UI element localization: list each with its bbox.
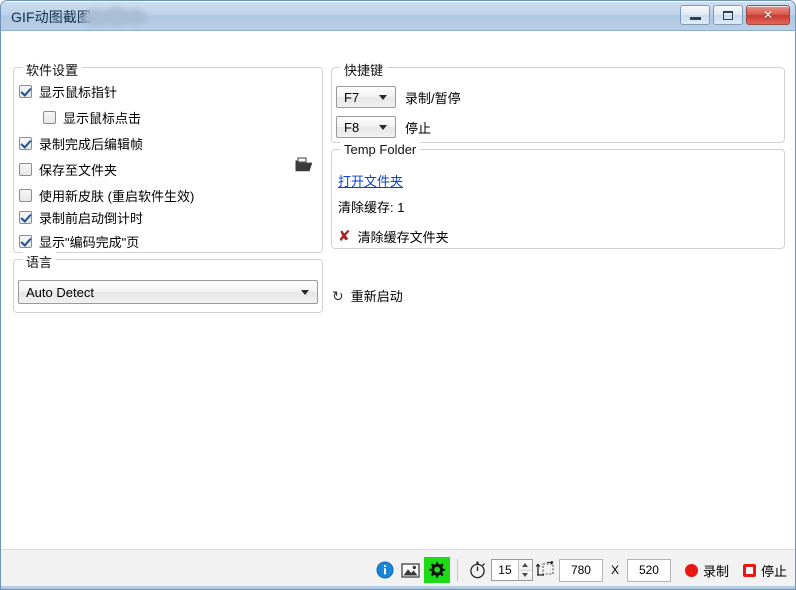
window-title: GIF动图截图- — [11, 9, 96, 25]
gallery-button[interactable] — [398, 557, 424, 583]
record-circle-icon — [684, 563, 698, 577]
info-button[interactable] — [372, 557, 398, 583]
checkbox-box[interactable] — [43, 111, 56, 124]
stop-button[interactable]: 停止 — [742, 561, 787, 580]
folder-browse-icon[interactable] — [295, 157, 313, 172]
stop-square-icon — [742, 563, 756, 577]
x-mark-icon: ✘ — [338, 228, 351, 245]
caret-up-icon — [522, 562, 529, 567]
checkbox-show-mouse-clicks[interactable]: 显示鼠标点击 — [43, 108, 141, 127]
language-selected-value: Auto Detect — [26, 284, 94, 300]
checkbox-label: 录制前启动倒计时 — [39, 211, 144, 226]
hotkeys-group: 快捷键 — [331, 60, 785, 143]
frame-rate-icon-wrap — [465, 557, 491, 583]
hotkey-stop-value: F8 — [344, 119, 360, 135]
capture-width-input[interactable]: 780 — [558, 558, 603, 582]
maximize-button[interactable] — [713, 5, 743, 25]
application-window: GIF动图截图- ✕ 软件设置 显示鼠标指针 显示鼠标点击 录制完成后编辑帧 保… — [0, 0, 796, 590]
frame-rate-stepper[interactable]: 15 — [490, 559, 533, 581]
dimension-separator: X — [610, 563, 619, 577]
checkbox-use-new-skin[interactable]: 使用新皮肤 (重启软件生效) — [19, 186, 194, 205]
record-button[interactable]: 录制 — [684, 561, 729, 580]
close-button[interactable]: ✕ — [746, 5, 790, 25]
chevron-down-icon — [379, 125, 387, 130]
settings-button[interactable] — [423, 557, 450, 583]
chevron-down-icon — [379, 95, 387, 100]
minimize-icon — [689, 17, 701, 20]
frame-rate-arrows — [517, 560, 532, 580]
checkbox-label: 显示鼠标指针 — [39, 85, 118, 100]
checkbox-box[interactable] — [19, 189, 32, 202]
language-legend: 语言 — [22, 252, 57, 271]
close-icon: ✕ — [762, 8, 774, 22]
frame-rate-increase-button[interactable] — [518, 560, 532, 571]
toolbar-separator-1 — [456, 559, 458, 581]
resize-icon — [536, 561, 555, 576]
frame-rate-decrease-button[interactable] — [518, 570, 532, 580]
caret-down-icon — [522, 573, 529, 578]
checkbox-show-encoding-done-page[interactable]: 显示"编码完成"页 — [19, 232, 139, 251]
open-temp-folder-link[interactable]: 打开文件夹 — [338, 171, 403, 190]
checkbox-box[interactable] — [19, 235, 32, 248]
hotkey-record-pause-value: F7 — [344, 89, 360, 105]
checkbox-label: 录制完成后编辑帧 — [39, 137, 144, 152]
title-bar[interactable]: GIF动图截图- ✕ — [1, 1, 795, 31]
restart-button[interactable]: ↻ 重新启动 — [332, 286, 403, 305]
checkbox-countdown-before-record[interactable]: 录制前启动倒计时 — [19, 208, 143, 227]
clear-cache-folder-button[interactable]: ✘ 清除缓存文件夹 — [338, 227, 449, 246]
gear-icon — [429, 561, 446, 578]
record-label: 录制 — [702, 563, 729, 579]
client-area: 软件设置 显示鼠标指针 显示鼠标点击 录制完成后编辑帧 保存至文件夹 使用新皮肤… — [1, 31, 795, 589]
restart-label: 重新启动 — [350, 289, 403, 304]
image-icon — [401, 563, 421, 578]
software-settings-legend: 软件设置 — [22, 60, 83, 79]
checkbox-box[interactable] — [19, 85, 32, 98]
info-icon — [376, 561, 394, 579]
bottom-toolbar: 15 780 X 520 录制 停止 — [1, 549, 795, 589]
checkbox-label: 显示鼠标点击 — [63, 111, 142, 126]
cache-count-label: 清除缓存: 1 — [338, 200, 405, 215]
hotkey-record-pause-label: 录制/暂停 — [405, 91, 461, 106]
checkbox-show-mouse-cursor[interactable]: 显示鼠标指针 — [19, 82, 117, 101]
checkbox-label: 使用新皮肤 (重启软件生效) — [39, 189, 195, 204]
checkbox-box[interactable] — [19, 137, 32, 150]
checkbox-save-to-folder[interactable]: 保存至文件夹 — [19, 160, 117, 179]
checkbox-label: 显示"编码完成"页 — [39, 235, 140, 250]
checkbox-box[interactable] — [19, 211, 32, 224]
checkbox-edit-frames-after-record[interactable]: 录制完成后编辑帧 — [19, 134, 143, 153]
temp-folder-legend: Temp Folder — [340, 142, 421, 157]
hotkey-stop-label: 停止 — [405, 121, 432, 136]
minimize-button[interactable] — [680, 5, 710, 25]
capture-height-input[interactable]: 520 — [626, 558, 671, 582]
resize-region-button[interactable] — [533, 557, 559, 583]
refresh-icon: ↻ — [332, 287, 344, 304]
stop-label: 停止 — [760, 563, 787, 579]
maximize-icon — [723, 10, 733, 20]
chevron-down-icon — [301, 290, 309, 295]
hotkey-stop-select[interactable]: F8 — [336, 116, 396, 138]
stopwatch-icon — [470, 561, 486, 579]
hotkey-record-pause-select[interactable]: F7 — [336, 86, 396, 108]
window-controls: ✕ — [680, 5, 790, 25]
hotkeys-legend: 快捷键 — [340, 60, 388, 79]
language-select[interactable]: Auto Detect — [18, 280, 318, 304]
clear-cache-folder-label: 清除缓存文件夹 — [357, 230, 449, 245]
checkbox-label: 保存至文件夹 — [39, 163, 118, 178]
frame-rate-value[interactable]: 15 — [491, 560, 518, 580]
checkbox-box[interactable] — [19, 163, 32, 176]
